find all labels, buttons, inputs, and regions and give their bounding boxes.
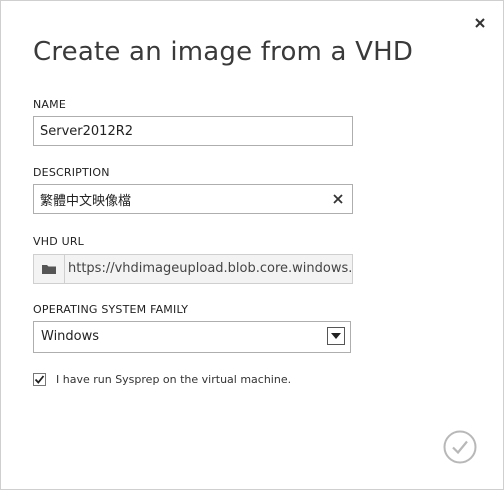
close-button[interactable] bbox=[473, 15, 487, 29]
vhd-url-field: https://vhdimageupload.blob.core.windows… bbox=[33, 254, 353, 284]
description-input[interactable] bbox=[34, 185, 314, 213]
checkmark-icon bbox=[34, 375, 45, 384]
vhd-url-label: VHD URL bbox=[33, 235, 84, 248]
os-family-selected-value: Windows bbox=[41, 329, 100, 344]
close-icon bbox=[475, 18, 485, 28]
vhd-url-value: https://vhdimageupload.blob.core.windows… bbox=[68, 261, 353, 276]
dialog-title: Create an image from a VHD bbox=[33, 37, 414, 67]
description-field-box bbox=[33, 184, 353, 214]
folder-icon bbox=[42, 265, 56, 274]
os-family-select[interactable]: Windows bbox=[33, 321, 351, 353]
sysprep-row: I have run Sysprep on the virtual machin… bbox=[33, 373, 291, 386]
description-label: DESCRIPTION bbox=[33, 166, 110, 179]
clear-icon bbox=[333, 194, 343, 204]
name-input[interactable] bbox=[34, 117, 352, 145]
confirm-check-icon bbox=[443, 430, 477, 464]
sysprep-label: I have run Sysprep on the virtual machin… bbox=[56, 373, 292, 386]
os-family-label: OPERATING SYSTEM FAMILY bbox=[33, 303, 189, 316]
dropdown-toggle[interactable] bbox=[327, 327, 345, 345]
browse-storage-button[interactable] bbox=[34, 255, 65, 283]
name-label: NAME bbox=[33, 98, 66, 111]
name-field-box bbox=[33, 116, 353, 146]
create-image-dialog: Create an image from a VHD NAME DESCRIPT… bbox=[0, 0, 504, 490]
sysprep-checkbox[interactable] bbox=[33, 373, 46, 386]
confirm-button[interactable] bbox=[443, 430, 477, 464]
clear-description-button[interactable] bbox=[332, 193, 344, 205]
chevron-down-icon bbox=[331, 333, 341, 339]
